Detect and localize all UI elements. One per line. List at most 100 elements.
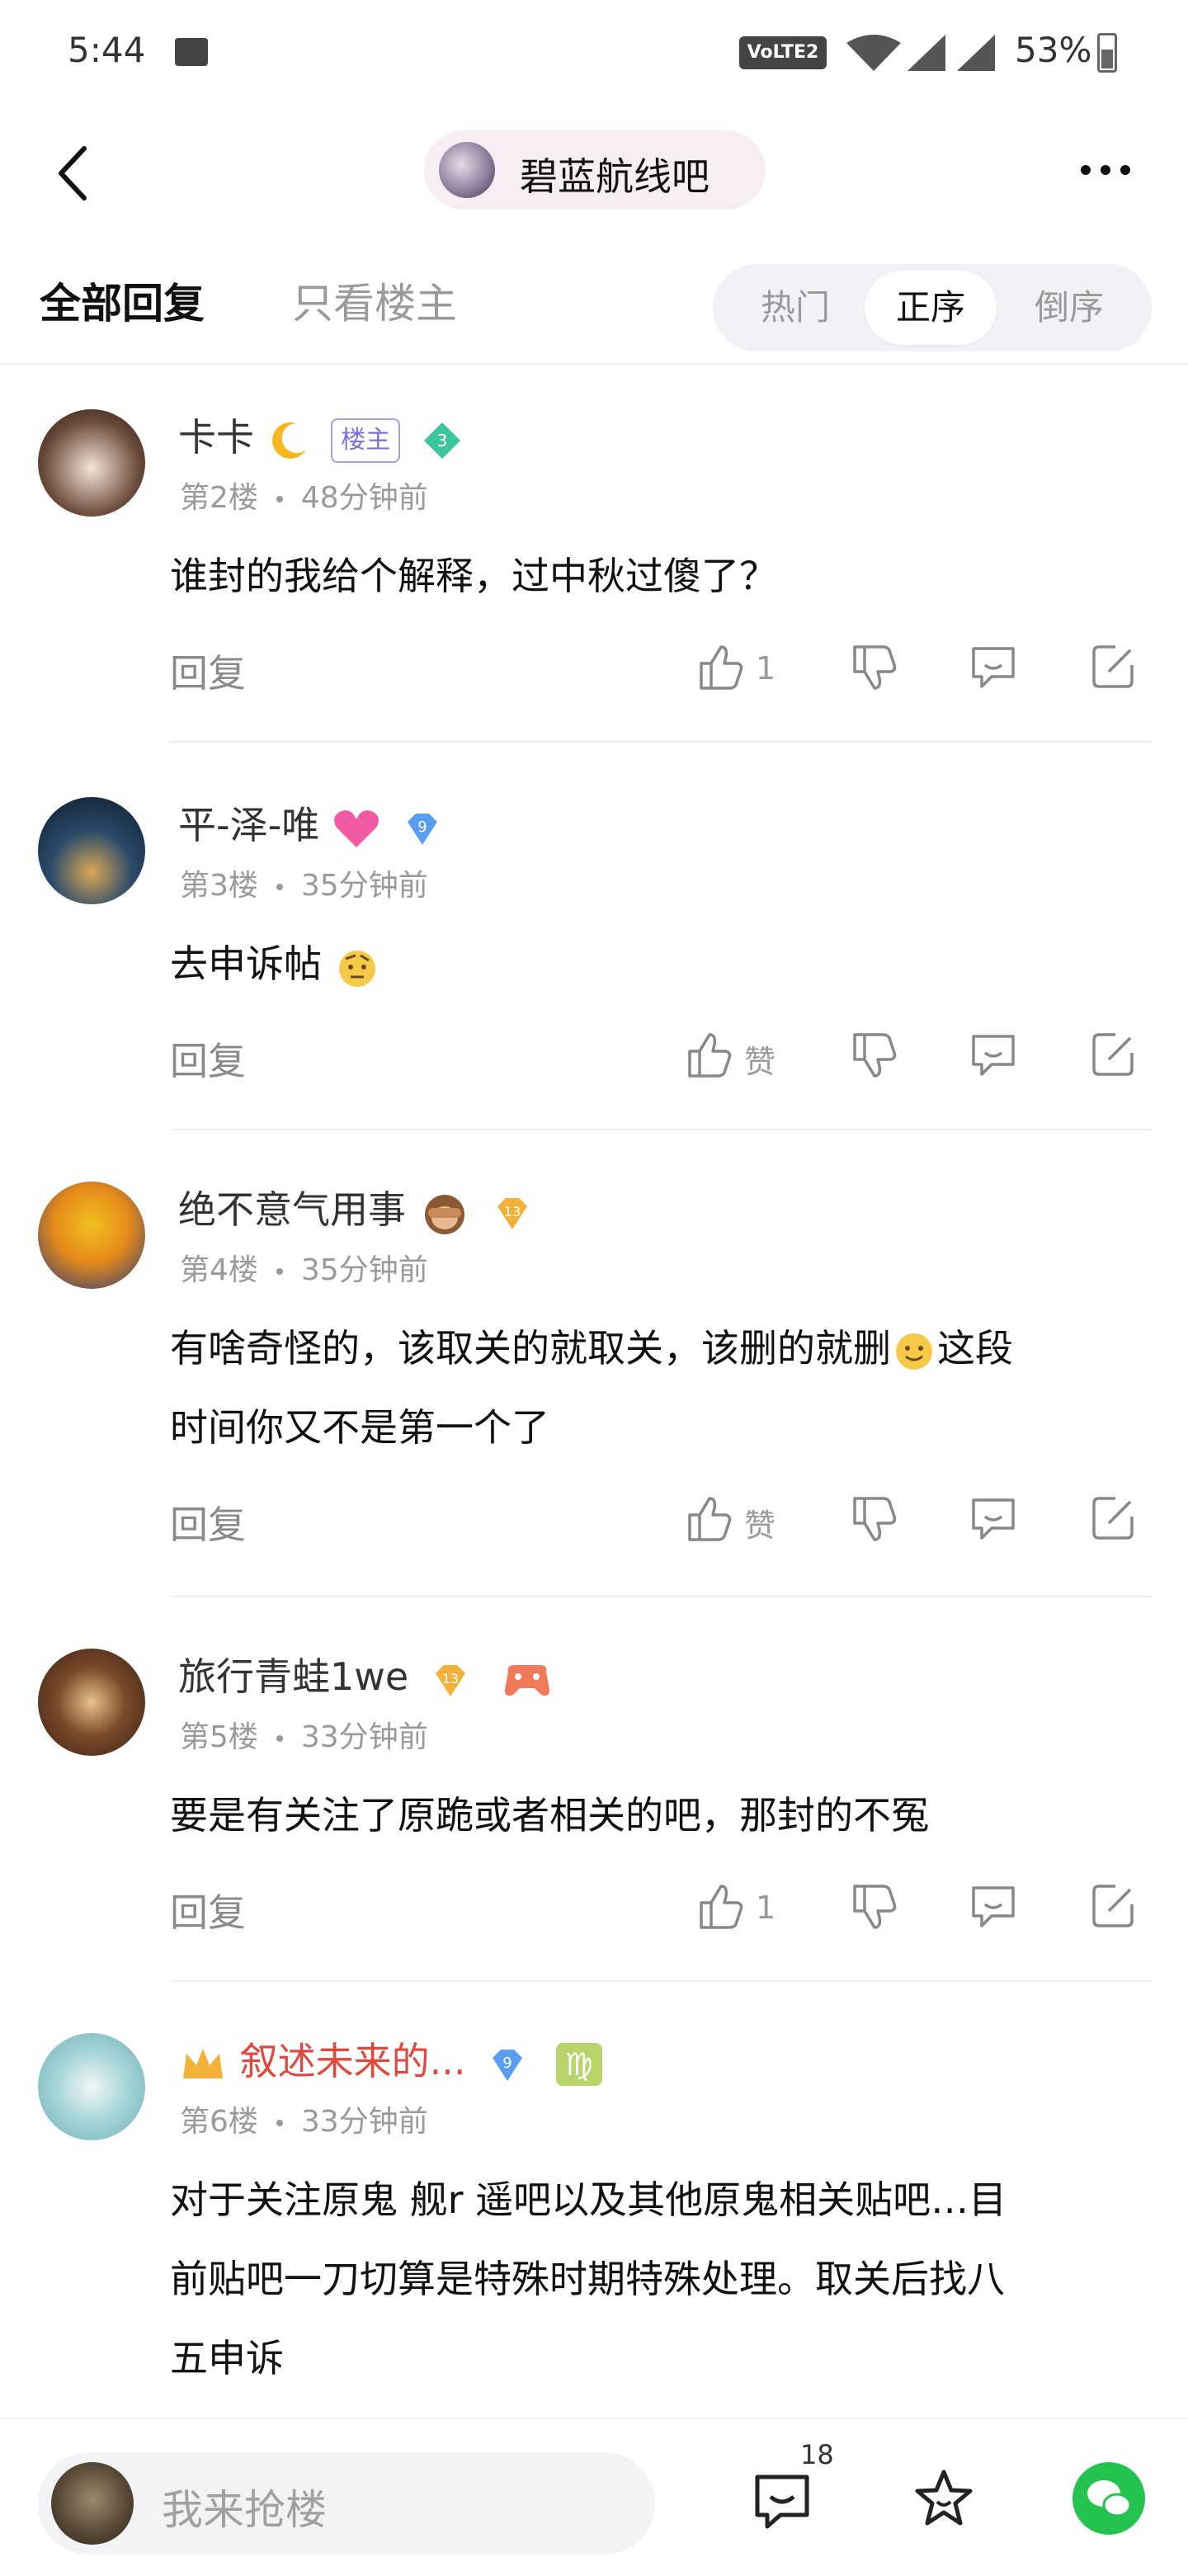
- avatar[interactable]: [38, 1182, 145, 1289]
- username[interactable]: 叙述未来的... 9 ♍: [178, 2031, 602, 2087]
- svg-text:3: 3: [437, 431, 448, 451]
- floor-number: 第6楼: [180, 2105, 258, 2139]
- reply-content: 要是有关注了原跪或者相关的吧，那封的不冤: [170, 1793, 929, 1838]
- comment-icon[interactable]: [967, 1881, 1020, 1931]
- username-text: 绝不意气用事: [178, 1187, 406, 1232]
- status-time: 5:44: [68, 30, 146, 70]
- battery-icon: [1097, 33, 1117, 73]
- reply-line: 对于关注原鬼 舰r 遥吧以及其他原鬼相关贴吧…目: [170, 2177, 1007, 2222]
- reply-button[interactable]: 回复: [170, 1883, 246, 1937]
- reply-button[interactable]: 回复: [170, 1495, 246, 1550]
- comment-icon[interactable]: [967, 1030, 1020, 1079]
- divider: [170, 1596, 1153, 1597]
- battery-percentage: 53%: [1015, 30, 1092, 70]
- thumbs-down-icon[interactable]: [846, 1031, 899, 1081]
- reply-content: 去申诉帖: [170, 924, 1143, 1003]
- post-meta: 第6楼 33分钟前: [180, 2097, 428, 2140]
- more-options-button[interactable]: [1072, 149, 1138, 198]
- post-time: 35分钟前: [300, 869, 428, 903]
- avatar[interactable]: [38, 1649, 145, 1756]
- like-count: 1: [756, 1890, 776, 1926]
- like-count: 赞: [744, 1507, 776, 1544]
- post-time: 33分钟前: [300, 2105, 428, 2139]
- status-bar: 5:44 VoLTE2 53%: [0, 0, 1188, 107]
- reply-item: 旅行青蛙1we 13 第5楼 33分钟前 要是有关注了原跪或者相关的吧，那封的不冤…: [0, 1635, 1188, 1982]
- thumbs-down-icon[interactable]: [846, 1495, 899, 1545]
- sort-hot[interactable]: 热门: [729, 264, 861, 351]
- divider: [170, 741, 1153, 743]
- sort-ascending[interactable]: 正序: [865, 271, 997, 345]
- divider: [170, 1980, 1153, 1982]
- level-badge-icon: 9: [408, 813, 438, 845]
- comment-count: 18: [800, 2439, 834, 2470]
- moon-emoji-icon: [271, 422, 306, 459]
- like-count: 1: [756, 650, 776, 686]
- username[interactable]: 平-泽-唯 9: [178, 795, 444, 851]
- post-time: 33分钟前: [300, 1720, 428, 1754]
- svg-text:13: 13: [442, 1671, 459, 1687]
- see-no-evil-monkey-icon: [424, 1194, 464, 1234]
- reply-text-end: 这段: [937, 1326, 1013, 1371]
- edit-icon[interactable]: [1087, 1493, 1140, 1543]
- username-text: 旅行青蛙1we: [178, 1654, 409, 1699]
- comment-icon[interactable]: [967, 1493, 1020, 1543]
- sort-toggle: 热门 正序 倒序: [713, 264, 1152, 351]
- post-meta: 第5楼 33分钟前: [180, 1713, 428, 1756]
- reply-item: 叙述未来的... 9 ♍ 第6楼 33分钟前 对于关注原鬼 舰r 遥吧以及其他原鬼…: [0, 2020, 1188, 2416]
- username[interactable]: 绝不意气用事 13: [178, 1180, 534, 1236]
- thumbs-up-icon[interactable]: [693, 642, 746, 691]
- bottom-action-bar: 我来抢楼 18: [0, 2418, 1188, 2576]
- floor-number: 第3楼: [180, 869, 258, 903]
- comments-icon[interactable]: [749, 2469, 815, 2535]
- level-badge-icon: 3: [423, 422, 460, 459]
- reply-button[interactable]: 回复: [170, 1031, 246, 1086]
- floor-number: 第5楼: [180, 1720, 258, 1754]
- forum-pill[interactable]: 碧蓝航线吧: [424, 130, 766, 210]
- reply-text: 去申诉帖: [170, 941, 322, 986]
- edit-icon[interactable]: [1087, 642, 1140, 691]
- volte-indicator: VoLTE2: [739, 36, 827, 69]
- avatar[interactable]: [38, 409, 145, 517]
- floor-number: 第4楼: [180, 1253, 258, 1287]
- reply-input[interactable]: 我来抢楼: [38, 2452, 655, 2555]
- divider: [170, 1129, 1153, 1130]
- reply-filter-tabs: 全部回复 只看楼主 热门 正序 倒序: [0, 248, 1188, 365]
- crown-icon: [183, 2048, 223, 2078]
- username[interactable]: 旅行青蛙1we 13: [178, 1647, 556, 1703]
- signal-icon: [908, 35, 945, 71]
- post-meta: 第2楼 48分钟前: [180, 474, 428, 517]
- op-badge: 楼主: [331, 418, 401, 463]
- comment-icon[interactable]: [967, 642, 1020, 691]
- wechat-share-icon[interactable]: [1072, 2462, 1145, 2535]
- back-button[interactable]: [50, 140, 99, 206]
- thumbs-up-icon[interactable]: [681, 1493, 734, 1543]
- thumbs-up-icon[interactable]: [681, 1030, 734, 1079]
- sort-descending[interactable]: 倒序: [1003, 264, 1135, 351]
- tab-all-replies[interactable]: 全部回复: [40, 271, 205, 330]
- thumbs-down-icon[interactable]: [846, 644, 899, 693]
- gamepad-badge-icon: [505, 1664, 550, 1696]
- gallery-notification-icon: [175, 38, 208, 66]
- tab-op-only[interactable]: 只看楼主: [292, 271, 457, 330]
- reply-content: 有啥奇怪的，该取关的就取关，该删的就删 这段 时间你又不是第一个了: [170, 1309, 1143, 1467]
- avatar[interactable]: [38, 2033, 145, 2140]
- reply-content: 谁封的我给个解释，过中秋过傻了？: [170, 554, 777, 598]
- top-navigation: 碧蓝航线吧: [0, 116, 1188, 223]
- username-text: 叙述未来的...: [239, 2039, 466, 2083]
- reply-text: 有啥奇怪的，该取关的就取关，该删的就删: [170, 1326, 891, 1371]
- reply-button[interactable]: 回复: [170, 644, 246, 698]
- svg-text:9: 9: [502, 2055, 512, 2072]
- edit-icon[interactable]: [1087, 1030, 1140, 1079]
- reply-item: 平-泽-唯 9 第3楼 35分钟前 去申诉帖 回复 赞: [0, 784, 1188, 1130]
- avatar[interactable]: [38, 797, 145, 904]
- reply-content: 对于关注原鬼 舰r 遥吧以及其他原鬼相关贴吧…目 前贴吧一刀切算是特殊时期特殊处…: [170, 2160, 1143, 2398]
- thumbs-down-icon[interactable]: [846, 1883, 899, 1932]
- reply-line: 时间你又不是第一个了: [170, 1405, 549, 1450]
- favorite-star-icon[interactable]: [911, 2465, 977, 2531]
- post-time: 35分钟前: [300, 1253, 428, 1287]
- username[interactable]: 卡卡 楼主 3: [178, 408, 464, 463]
- thumbs-up-icon[interactable]: [693, 1881, 746, 1931]
- post-meta: 第3楼 35分钟前: [180, 861, 428, 904]
- edit-icon[interactable]: [1087, 1881, 1140, 1931]
- username-text: 卡卡: [178, 415, 254, 460]
